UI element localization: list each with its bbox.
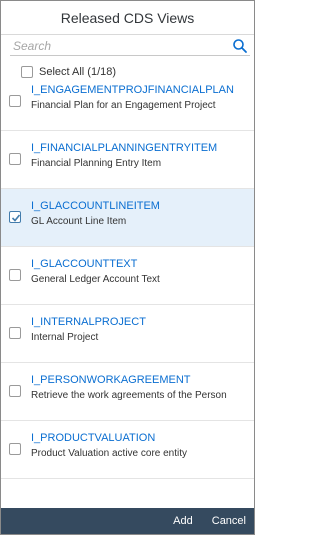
item-description: GL Account Line Item	[31, 216, 127, 227]
item-checkbox[interactable]	[9, 443, 21, 455]
cancel-button[interactable]: Cancel	[212, 515, 246, 527]
check-icon	[11, 214, 21, 222]
item-description: Retrieve the work agreements of the Pers…	[31, 390, 227, 401]
list-item[interactable]: I_INTERNALPROJECT Internal Project	[1, 305, 254, 363]
list-item[interactable]: I_FINANCIALPLANNINGENTRYITEM Financial P…	[1, 131, 254, 189]
item-title[interactable]: I_GLACCOUNTTEXT	[31, 258, 137, 270]
item-description: Product Valuation active core entity	[31, 448, 188, 459]
item-checkbox[interactable]	[9, 95, 21, 107]
item-description: General Ledger Account Text	[31, 274, 160, 285]
add-button[interactable]: Add	[173, 515, 193, 527]
select-all-checkbox[interactable]	[21, 66, 33, 78]
item-title[interactable]: I_INTERNALPROJECT	[31, 316, 146, 328]
list-item[interactable]: I_PRODUCTVALUATION Product Valuation act…	[1, 421, 254, 479]
list-item[interactable]: I_GLACCOUNTLINEITEM GL Account Line Item	[1, 189, 254, 247]
search-input[interactable]	[10, 37, 230, 55]
list-item[interactable]: I_PERSONWORKAGREEMENT Retrieve the work …	[1, 363, 254, 421]
item-title[interactable]: I_FINANCIALPLANNINGENTRYITEM	[31, 142, 217, 154]
item-description: Financial Plan for an Engagement Project	[31, 100, 216, 111]
list-item[interactable]: I_GLACCOUNTTEXT General Ledger Account T…	[1, 247, 254, 305]
dialog-footer: Add Cancel	[1, 508, 254, 534]
cds-view-list[interactable]: I_ENGAGEMENTPROJFINANCIALPLAN Financial …	[1, 83, 254, 507]
item-description: Financial Planning Entry Item	[31, 158, 162, 169]
select-all-label: Select All (1/18)	[39, 66, 117, 78]
search-icon[interactable]	[232, 38, 248, 54]
search-field[interactable]	[10, 37, 250, 56]
item-checkbox[interactable]	[9, 327, 21, 339]
item-checkbox[interactable]	[9, 385, 21, 397]
item-title[interactable]: I_ENGAGEMENTPROJFINANCIALPLAN	[31, 84, 234, 96]
dialog-title: Released CDS Views	[1, 1, 254, 35]
item-checkbox[interactable]	[9, 269, 21, 281]
item-title[interactable]: I_GLACCOUNTLINEITEM	[31, 200, 160, 212]
select-all-row[interactable]: Select All (1/18)	[1, 61, 254, 83]
list-item[interactable]: I_ENGAGEMENTPROJFINANCIALPLAN Financial …	[1, 83, 254, 131]
item-title[interactable]: I_PERSONWORKAGREEMENT	[31, 374, 191, 386]
item-checkbox-checked[interactable]	[9, 211, 21, 223]
item-description: Internal Project	[31, 332, 99, 343]
released-cds-views-dialog: Released CDS Views Select All (1/18) I_E…	[0, 0, 255, 535]
item-checkbox[interactable]	[9, 153, 21, 165]
item-title[interactable]: I_PRODUCTVALUATION	[31, 432, 155, 444]
